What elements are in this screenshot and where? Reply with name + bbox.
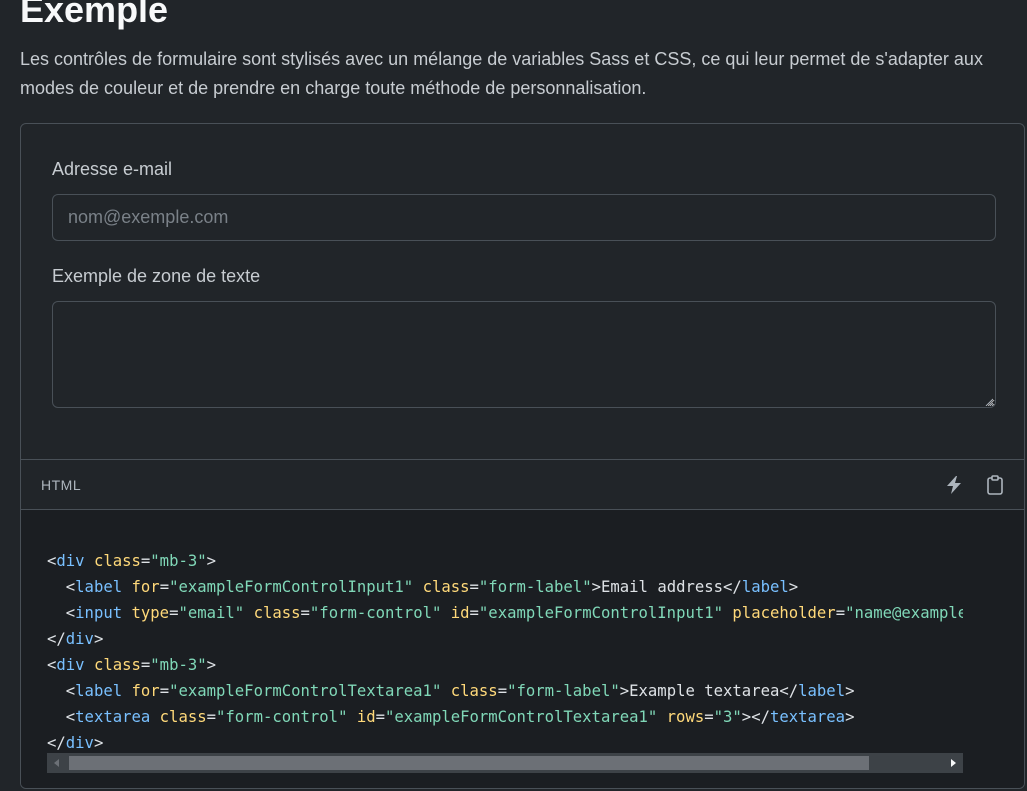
code-line: <textarea class="form-control" id="examp… [65,708,855,726]
scrollbar-thumb[interactable] [69,756,869,770]
code-listing: <div class="mb-3"> <label for="exampleFo… [47,548,963,756]
email-label: Adresse e-mail [52,159,173,179]
email-field[interactable] [52,194,996,241]
resize-grip-icon[interactable] [985,398,993,406]
code-line: </div> [47,630,104,648]
code-language-label: HTML [41,477,82,493]
code-line: <label for="exampleFormControlInput1" cl… [65,578,799,596]
bolt-icon [947,476,961,494]
stackblitz-button[interactable] [942,473,966,497]
code-line: <input type="email" class="form-control"… [65,604,963,622]
example-card: Adresse e-mail Exemple de zone de texte … [20,123,1025,789]
code-header: HTML [21,459,1024,510]
copy-button[interactable] [983,473,1007,497]
code-line: <label for="exampleFormControlTextarea1"… [65,682,855,700]
page-description: Les contrôles de formulaire sont stylisé… [20,49,983,98]
code-line: </div> [47,734,104,752]
textarea-label: Exemple de zone de texte [52,266,261,286]
scroll-right-arrow-icon[interactable] [943,753,963,773]
horizontal-scrollbar[interactable] [47,753,963,773]
page: Exemple Les contrôles de formulaire sont… [0,0,1027,791]
clipboard-icon [987,475,1003,495]
code-block: <div class="mb-3"> <label for="exampleFo… [21,510,1024,788]
code-line: <div class="mb-3"> [47,552,217,570]
code-line: <div class="mb-3"> [47,656,217,674]
page-title: Exemple [20,0,169,30]
example-textarea[interactable] [52,301,996,408]
scroll-left-arrow-icon[interactable] [47,753,67,773]
form-preview: Adresse e-mail Exemple de zone de texte [21,124,1024,459]
